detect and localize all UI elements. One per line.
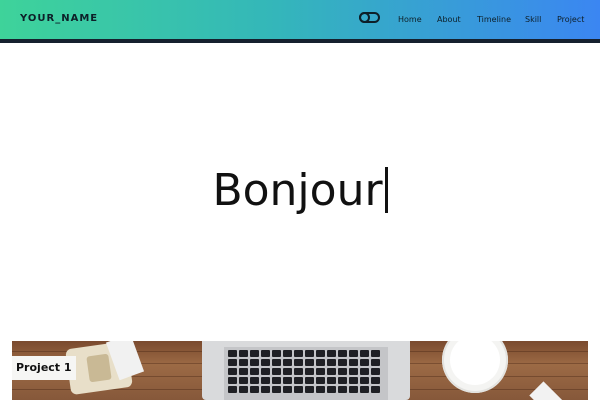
nav-link-project[interactable]: Project — [557, 15, 584, 24]
typing-cursor — [384, 166, 388, 213]
cup-decor — [442, 341, 508, 393]
project-title[interactable]: Project 1 — [12, 356, 76, 380]
theme-toggle-icon[interactable] — [359, 12, 380, 23]
project-card[interactable] — [12, 341, 588, 400]
navbar: YOUR_NAME Home About Timeline Skill Proj… — [0, 0, 600, 43]
nav-link-about[interactable]: About — [437, 15, 461, 24]
toggle-knob — [359, 12, 370, 23]
brand-logo[interactable]: YOUR_NAME — [20, 13, 98, 24]
nav-link-timeline[interactable]: Timeline — [477, 15, 511, 24]
nav-link-skill[interactable]: Skill — [525, 15, 541, 24]
hero-section: Bonjour — [0, 43, 600, 341]
paper-decor — [529, 381, 565, 400]
hero-typed-text: Bonjour — [212, 164, 383, 216]
nav-link-home[interactable]: Home — [398, 15, 422, 24]
project-thumbnail-image — [12, 341, 588, 400]
laptop-decor — [202, 341, 410, 400]
hero-typed-text-wrapper: Bonjour — [212, 164, 388, 216]
